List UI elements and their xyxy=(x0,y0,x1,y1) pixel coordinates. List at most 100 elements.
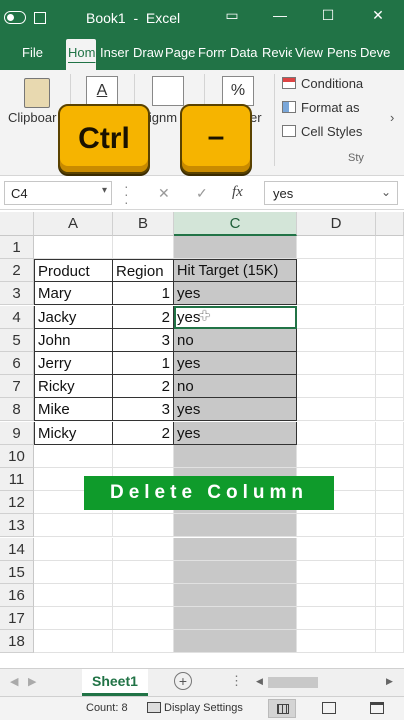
row-header-4[interactable]: 4 xyxy=(0,305,34,329)
cell-d16[interactable] xyxy=(297,584,376,607)
tab-pens[interactable]: Pens xyxy=(327,45,357,60)
cell-b3[interactable]: 1 xyxy=(113,282,174,306)
cell-b16[interactable] xyxy=(113,584,174,607)
row-header-9[interactable]: 9 xyxy=(0,421,34,445)
cell-d6[interactable] xyxy=(297,352,376,375)
row-header-3[interactable]: 3 xyxy=(0,282,34,306)
cell-b13[interactable] xyxy=(113,514,174,538)
cell-e1[interactable] xyxy=(376,236,404,259)
display-settings-icon[interactable] xyxy=(147,702,161,713)
row-header-15[interactable]: 15 xyxy=(0,560,34,584)
cell-b6[interactable]: 1 xyxy=(113,352,174,375)
cell-a17[interactable] xyxy=(34,607,113,631)
formula-input[interactable]: yes ⌄ xyxy=(264,181,398,205)
save-icon[interactable] xyxy=(34,12,46,24)
cell-a13[interactable] xyxy=(34,514,113,538)
cell-c6[interactable]: yes xyxy=(174,352,297,375)
display-settings-button[interactable]: Display Settings xyxy=(164,702,243,714)
cell-c18[interactable] xyxy=(174,630,297,654)
cell-b4[interactable]: 2 xyxy=(113,305,174,329)
tab-insert[interactable]: Inser xyxy=(100,45,130,60)
cell-d18[interactable] xyxy=(297,630,376,654)
insert-function-icon[interactable]: fx xyxy=(232,184,243,201)
row-header-1[interactable]: 1 xyxy=(0,236,34,259)
chevron-right-icon[interactable]: › xyxy=(390,110,394,125)
cell-e8[interactable] xyxy=(376,398,404,422)
select-all-corner[interactable] xyxy=(0,212,34,236)
cell-e7[interactable] xyxy=(376,375,404,399)
cell-e10[interactable] xyxy=(376,444,404,468)
name-box[interactable]: C4 ▾ xyxy=(4,181,112,205)
cell-e17[interactable] xyxy=(376,607,404,631)
row-header-5[interactable]: 5 xyxy=(0,328,34,352)
cell-e5[interactable] xyxy=(376,328,404,352)
scroll-tabs-right-icon[interactable]: ▶ xyxy=(28,675,36,688)
close-icon[interactable]: ✕ xyxy=(366,7,390,24)
cell-d9[interactable] xyxy=(297,421,376,445)
cell-a8[interactable]: Mike xyxy=(34,398,113,422)
add-sheet-icon[interactable]: + xyxy=(174,672,192,690)
cell-b1[interactable] xyxy=(113,236,174,259)
row-header-12[interactable]: 12 xyxy=(0,491,34,515)
cell-d15[interactable] xyxy=(297,560,376,584)
column-header-c[interactable]: C xyxy=(174,212,297,236)
cell-styles-button[interactable]: Cell Styles xyxy=(282,124,362,139)
tab-home[interactable]: Hom xyxy=(66,39,96,70)
cell-e13[interactable] xyxy=(376,514,404,538)
cell-d2[interactable] xyxy=(297,259,376,283)
cell-d3[interactable] xyxy=(297,282,376,306)
cell-a4[interactable]: Jacky xyxy=(34,305,113,329)
cell-c13[interactable] xyxy=(174,514,297,538)
cell-b14[interactable] xyxy=(113,537,174,561)
cell-c1[interactable] xyxy=(174,236,297,259)
tab-data[interactable]: Data xyxy=(230,45,260,60)
cell-b15[interactable] xyxy=(113,560,174,584)
cell-a3[interactable]: Mary xyxy=(34,282,113,306)
column-header-a[interactable]: A xyxy=(34,212,113,236)
cell-b5[interactable]: 3 xyxy=(113,328,174,352)
row-header-7[interactable]: 7 xyxy=(0,375,34,399)
row-header-18[interactable]: 18 xyxy=(0,630,34,654)
cell-b17[interactable] xyxy=(113,607,174,631)
cell-c9[interactable]: yes xyxy=(174,421,297,445)
tab-view[interactable]: View xyxy=(295,45,325,60)
cell-c10[interactable] xyxy=(174,444,297,468)
cell-a7[interactable]: Ricky xyxy=(34,375,113,399)
cell-d14[interactable] xyxy=(297,537,376,561)
cell-a15[interactable] xyxy=(34,560,113,584)
row-header-8[interactable]: 8 xyxy=(0,398,34,422)
cell-e9[interactable] xyxy=(376,421,404,445)
row-header-2[interactable]: 2 xyxy=(0,259,34,283)
paste-icon[interactable] xyxy=(24,78,50,108)
more-sheets-icon[interactable]: ⋮ xyxy=(230,673,243,689)
row-header-17[interactable]: 17 xyxy=(0,607,34,631)
cell-d17[interactable] xyxy=(297,607,376,631)
alignment-icon[interactable] xyxy=(152,76,184,106)
tab-page-layout[interactable]: Page xyxy=(165,45,196,60)
cell-c16[interactable] xyxy=(174,584,297,607)
minimize-icon[interactable]: — xyxy=(268,7,292,23)
cell-c5[interactable]: no xyxy=(174,328,297,352)
cell-e4[interactable] xyxy=(376,305,404,329)
cell-c14[interactable] xyxy=(174,537,297,561)
cell-a2[interactable]: Product xyxy=(34,259,113,283)
maximize-icon[interactable]: ☐ xyxy=(316,7,340,24)
cell-b9[interactable]: 2 xyxy=(113,421,174,445)
cell-a18[interactable] xyxy=(34,630,113,654)
tab-review[interactable]: Revie xyxy=(262,45,292,60)
cell-d1[interactable] xyxy=(297,236,376,259)
cell-c2[interactable]: Hit Target (15K) xyxy=(174,259,297,283)
more-options-icon[interactable]: · · · xyxy=(124,179,129,209)
row-header-6[interactable]: 6 xyxy=(0,352,34,375)
horizontal-scroll-left-icon[interactable]: ◀ xyxy=(256,676,263,687)
cell-a16[interactable] xyxy=(34,584,113,607)
cell-e16[interactable] xyxy=(376,584,404,607)
number-format-icon[interactable]: % xyxy=(222,76,254,106)
cell-d4[interactable] xyxy=(297,305,376,329)
cell-a1[interactable] xyxy=(34,236,113,259)
tab-file[interactable]: File xyxy=(22,45,48,60)
row-header-14[interactable]: 14 xyxy=(0,537,34,561)
row-header-16[interactable]: 16 xyxy=(0,584,34,607)
column-header-b[interactable]: B xyxy=(113,212,174,236)
cell-c7[interactable]: no xyxy=(174,375,297,399)
